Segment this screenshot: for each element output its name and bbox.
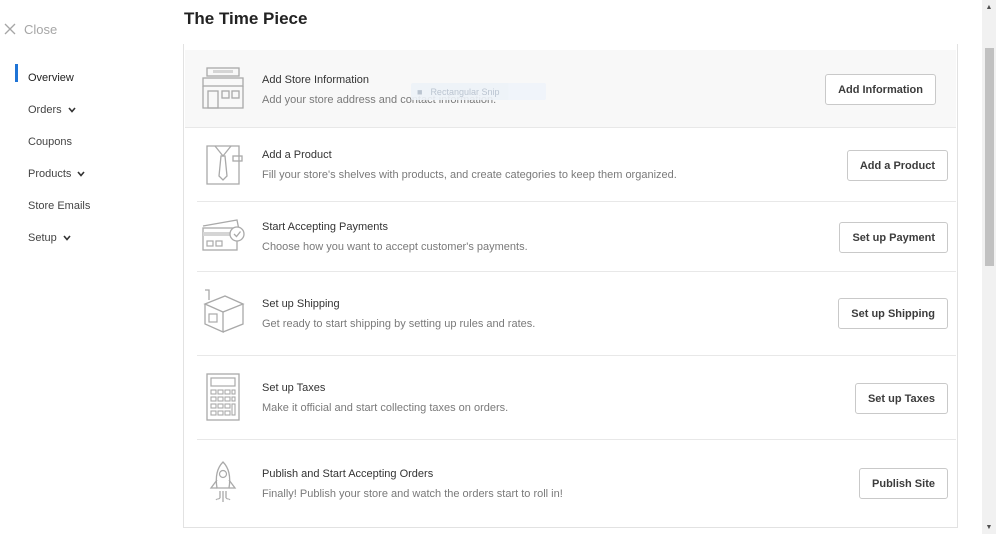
close-icon xyxy=(4,23,16,35)
chevron-down-icon xyxy=(77,171,86,177)
sidebar-item-coupons[interactable]: Coupons xyxy=(0,126,180,158)
scroll-thumb[interactable] xyxy=(985,48,994,266)
task-title: Publish and Start Accepting Orders xyxy=(262,468,434,480)
storefront-icon xyxy=(202,67,244,109)
sidebar-item-overview[interactable]: Overview xyxy=(0,62,180,94)
task-title: Set up Shipping xyxy=(262,298,340,310)
task-row-store-info: Add Store Information Add your store add… xyxy=(185,50,956,128)
add-product-button[interactable]: Add a Product xyxy=(846,150,948,181)
task-row-taxes: Set up Taxes Make it official and start … xyxy=(197,356,956,440)
sidebar-item-label: Products xyxy=(28,168,72,180)
task-row-payments: Start Accepting Payments Choose how you … xyxy=(197,202,956,272)
task-row-product: Add a Product Fill your store's shelves … xyxy=(197,128,956,202)
snip-icon: ■ xyxy=(417,86,423,97)
add-information-button[interactable]: Add Information xyxy=(825,74,936,105)
rocket-icon xyxy=(209,461,237,502)
task-description: Choose how you want to accept customer's… xyxy=(262,241,528,253)
sidebar-item-label: Store Emails xyxy=(28,200,91,212)
chevron-down-icon xyxy=(63,235,71,241)
page-title: The Time Piece xyxy=(184,9,308,28)
sidebar-nav: Overview Orders Coupons Products Store E… xyxy=(0,62,180,254)
chevron-down-icon xyxy=(68,107,76,113)
sidebar-item-label: Setup xyxy=(28,232,57,244)
task-title: Add a Product xyxy=(262,149,332,161)
task-row-publish: Publish and Start Accepting Orders Final… xyxy=(197,440,956,526)
snip-tooltip: ■ Rectangular Snip xyxy=(411,83,546,100)
sidebar: Close Overview Orders Coupons Products S… xyxy=(0,0,180,534)
task-title: Add Store Information xyxy=(262,74,370,86)
sidebar-item-orders[interactable]: Orders xyxy=(0,94,180,126)
sidebar-item-label: Overview xyxy=(28,72,74,84)
sidebar-item-label: Orders xyxy=(28,104,62,116)
scroll-up-arrow-icon[interactable]: ▲ xyxy=(982,0,996,14)
task-description: Get ready to start shipping by setting u… xyxy=(262,318,536,330)
sidebar-item-products[interactable]: Products xyxy=(0,158,180,190)
sidebar-item-store-emails[interactable]: Store Emails xyxy=(0,190,180,222)
sidebar-item-label: Coupons xyxy=(28,136,73,148)
task-row-shipping: Set up Shipping Get ready to start shipp… xyxy=(197,272,956,356)
calculator-icon xyxy=(206,373,240,421)
set-up-shipping-button[interactable]: Set up Shipping xyxy=(838,298,948,329)
shipping-box-icon xyxy=(203,289,245,334)
task-description: Finally! Publish your store and watch th… xyxy=(262,488,563,500)
credit-card-icon xyxy=(202,219,245,251)
set-up-taxes-button[interactable]: Set up Taxes xyxy=(854,383,948,414)
scroll-down-arrow-icon[interactable]: ▼ xyxy=(982,520,996,534)
publish-site-button[interactable]: Publish Site xyxy=(859,468,948,499)
snip-label: Rectangular Snip xyxy=(430,86,500,97)
task-description: Make it official and start collecting ta… xyxy=(262,402,509,414)
task-description: Fill your store's shelves with products,… xyxy=(262,169,677,181)
store-dashboard: Close Overview Orders Coupons Products S… xyxy=(0,0,996,534)
close-label: Close xyxy=(24,21,58,37)
setup-checklist-card: Add Store Information Add your store add… xyxy=(183,44,958,528)
task-title: Start Accepting Payments xyxy=(262,221,388,233)
shirt-icon xyxy=(206,145,243,185)
sidebar-item-setup[interactable]: Setup xyxy=(0,222,180,254)
set-up-payment-button[interactable]: Set up Payment xyxy=(839,222,948,253)
vertical-scrollbar[interactable]: ▲ ▼ xyxy=(982,0,996,534)
task-title: Set up Taxes xyxy=(262,382,326,394)
close-button[interactable]: Close xyxy=(4,19,57,39)
